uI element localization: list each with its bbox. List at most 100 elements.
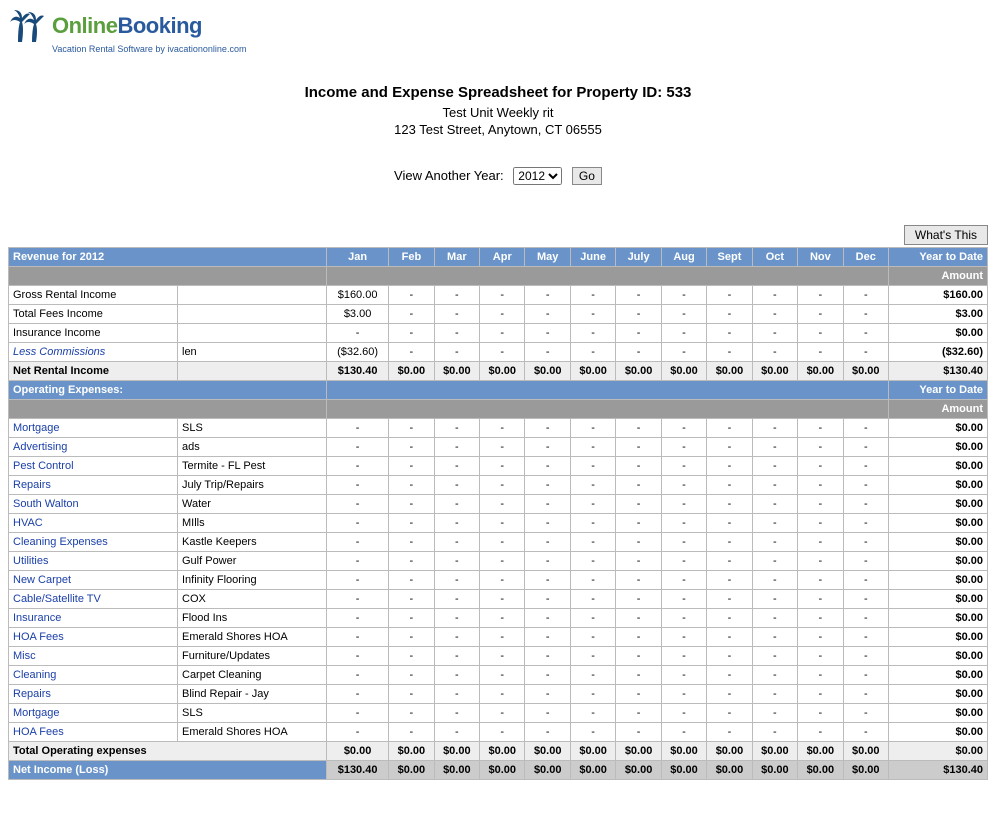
expense-row-label[interactable]: Cleaning Expenses [9, 533, 178, 552]
data-cell: - [707, 533, 752, 552]
expense-row-label[interactable]: New Carpet [9, 571, 178, 590]
expense-row-label[interactable]: Pest Control [9, 457, 178, 476]
data-cell: - [661, 495, 706, 514]
address: 123 Test Street, Anytown, CT 06555 [8, 122, 988, 137]
data-cell: - [570, 343, 615, 362]
expense-row-label[interactable]: Misc [9, 647, 178, 666]
data-cell: - [434, 495, 479, 514]
data-cell: - [616, 476, 661, 495]
expense-row-label[interactable]: HVAC [9, 514, 178, 533]
ytd-cell: $0.00 [889, 476, 988, 495]
go-button[interactable]: Go [572, 167, 602, 185]
data-cell: - [434, 514, 479, 533]
expense-row-label[interactable]: HOA Fees [9, 723, 178, 742]
expense-row-label[interactable]: Insurance [9, 609, 178, 628]
data-cell: - [707, 666, 752, 685]
data-cell: $0.00 [752, 761, 797, 780]
data-cell: - [525, 723, 570, 742]
data-cell: - [752, 609, 797, 628]
data-cell: - [570, 457, 615, 476]
data-cell: - [389, 590, 434, 609]
vendor-cell: Termite - FL Pest [178, 457, 327, 476]
data-cell: - [798, 552, 843, 571]
data-cell: $0.00 [661, 742, 706, 761]
expense-row-label[interactable]: Utilities [9, 552, 178, 571]
data-cell: - [434, 571, 479, 590]
data-cell: - [389, 324, 434, 343]
data-cell: - [843, 609, 888, 628]
data-cell: - [661, 419, 706, 438]
data-cell: - [525, 571, 570, 590]
data-cell: - [570, 533, 615, 552]
data-cell: - [798, 457, 843, 476]
year-select[interactable]: 2012 [513, 167, 562, 185]
month-header: Jan [327, 248, 389, 267]
vendor-cell: MIlls [178, 514, 327, 533]
palm-tree-icon [8, 8, 48, 44]
data-cell: - [570, 685, 615, 704]
data-cell: - [798, 685, 843, 704]
data-cell: - [616, 723, 661, 742]
data-cell: - [434, 419, 479, 438]
expense-row-label[interactable]: Repairs [9, 476, 178, 495]
whats-this-button[interactable]: What's This [904, 225, 988, 245]
data-cell: - [752, 533, 797, 552]
revenue-row-label[interactable]: Less Commissions [9, 343, 178, 362]
revenue-row-label: Insurance Income [9, 324, 178, 343]
ytd-cell: $0.00 [889, 419, 988, 438]
data-cell: - [707, 609, 752, 628]
data-cell: - [616, 457, 661, 476]
data-cell: - [752, 704, 797, 723]
data-cell: - [434, 457, 479, 476]
data-cell: $0.00 [843, 362, 888, 381]
data-cell: $0.00 [798, 761, 843, 780]
data-cell: - [661, 609, 706, 628]
data-cell: $0.00 [843, 742, 888, 761]
data-cell: - [389, 286, 434, 305]
amount-header: Amount [889, 400, 988, 419]
year-selector: View Another Year: 2012 Go [8, 167, 988, 185]
data-cell: - [570, 571, 615, 590]
data-cell: - [616, 647, 661, 666]
vendor-cell: Furniture/Updates [178, 647, 327, 666]
expense-row-label[interactable]: Mortgage [9, 419, 178, 438]
data-cell: - [389, 495, 434, 514]
data-cell: - [798, 704, 843, 723]
expense-row-label[interactable]: South Walton [9, 495, 178, 514]
ytd-cell: $0.00 [889, 666, 988, 685]
data-cell: - [434, 666, 479, 685]
total-expenses-label: Total Operating expenses [9, 742, 327, 761]
data-cell: - [570, 666, 615, 685]
unit-name: Test Unit Weekly rit [8, 105, 988, 120]
data-cell: - [327, 685, 389, 704]
data-cell: - [843, 533, 888, 552]
expense-row-label[interactable]: Advertising [9, 438, 178, 457]
data-cell: - [798, 286, 843, 305]
data-cell: - [798, 438, 843, 457]
data-cell: $0.00 [616, 742, 661, 761]
data-cell: - [661, 438, 706, 457]
data-cell: - [661, 647, 706, 666]
expense-row-label[interactable]: Cable/Satellite TV [9, 590, 178, 609]
data-cell: - [480, 495, 525, 514]
expense-row-label[interactable]: Cleaning [9, 666, 178, 685]
data-cell: - [480, 723, 525, 742]
data-cell: - [661, 590, 706, 609]
data-cell: - [525, 324, 570, 343]
data-cell: - [480, 457, 525, 476]
vendor-cell: Water [178, 495, 327, 514]
data-cell: - [525, 628, 570, 647]
data-cell: - [327, 647, 389, 666]
data-cell: - [616, 438, 661, 457]
data-cell: - [707, 590, 752, 609]
data-cell: - [525, 438, 570, 457]
page-header: Income and Expense Spreadsheet for Prope… [8, 84, 988, 137]
expense-row-label[interactable]: HOA Fees [9, 628, 178, 647]
revenue-row-label: Total Fees Income [9, 305, 178, 324]
data-cell: - [707, 704, 752, 723]
month-header: July [616, 248, 661, 267]
logo: OnlineBooking [8, 8, 988, 44]
expense-row-label[interactable]: Repairs [9, 685, 178, 704]
expense-row-label[interactable]: Mortgage [9, 704, 178, 723]
data-cell: - [327, 457, 389, 476]
